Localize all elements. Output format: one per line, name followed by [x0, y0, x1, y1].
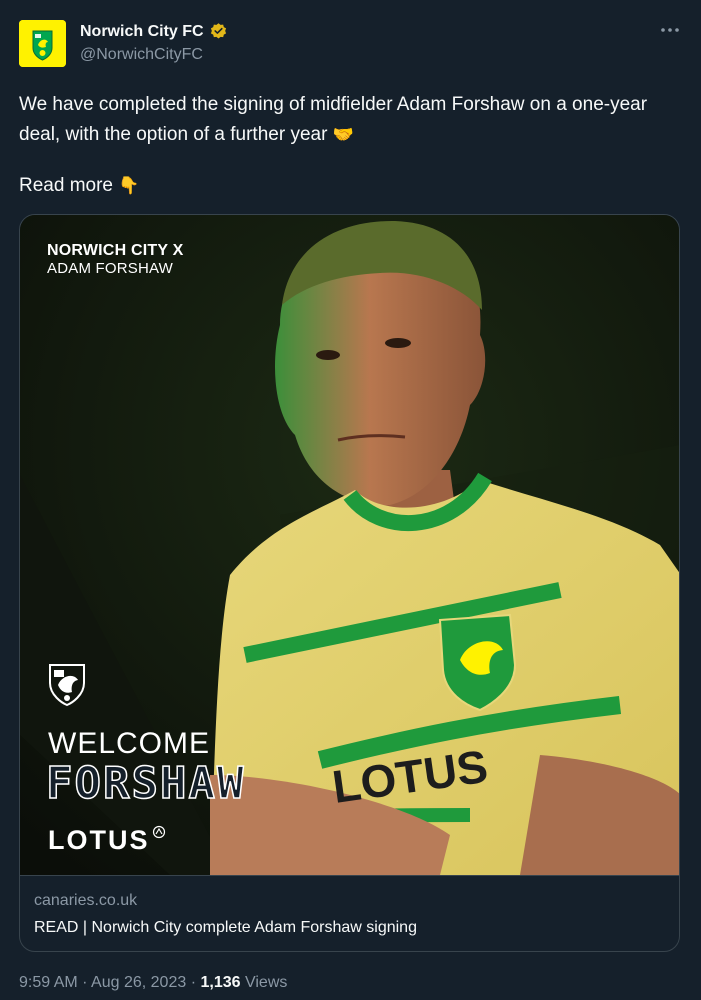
read-more-label: Read more [19, 175, 113, 196]
club-crest-icon [19, 20, 66, 67]
overlay-sponsor-logo: LOTUS [48, 825, 150, 855]
more-dots-icon [661, 28, 679, 32]
tweet-date[interactable]: Aug 26, 2023 [91, 974, 186, 991]
read-more-text: Read more 👇 [19, 171, 139, 201]
views-label: Views [244, 974, 288, 991]
link-card[interactable]: LOTUS NORWICH CITY X ADAM FORSHAW WELCOM… [19, 214, 680, 952]
overlay-title-line1: NORWICH CITY X [47, 242, 184, 259]
overlay-welcome: WELCOME [48, 727, 211, 760]
author-name[interactable]: Norwich City FC [80, 22, 228, 41]
author-name-text[interactable]: Norwich City FC [80, 23, 204, 41]
tweet-time[interactable]: 9:59 AM [19, 974, 78, 991]
tweet-meta: 9:59 AM · Aug 26, 2023 · 1,136 Views [19, 974, 287, 992]
author-handle[interactable]: @NorwichCityFC [80, 46, 203, 64]
card-domain[interactable]: canaries.co.uk [34, 892, 137, 910]
card-title[interactable]: READ | Norwich City complete Adam Forsha… [34, 919, 417, 937]
avatar[interactable] [19, 20, 66, 67]
meta-separator: · [82, 974, 88, 991]
verified-badge-icon [210, 23, 226, 39]
tweet-text: We have completed the signing of midfiel… [19, 90, 669, 150]
tweet: Norwich City FC @NorwichCityFC We have c… [0, 0, 701, 1000]
meta-separator-2: · [190, 974, 197, 991]
handshake-emoji-icon: 🤝 [332, 125, 354, 145]
card-footer[interactable]: canaries.co.uk READ | Norwich City compl… [20, 875, 679, 951]
card-image[interactable]: LOTUS NORWICH CITY X ADAM FORSHAW WELCOM… [20, 215, 679, 875]
pointing-down-emoji-icon: 👇 [118, 176, 140, 196]
views-count[interactable]: 1,136 [200, 974, 240, 991]
overlay-title-line2: ADAM FORSHAW [47, 260, 174, 277]
lotus-mark-icon [152, 825, 166, 839]
overlay-player-name: FORSHAW [45, 757, 246, 810]
more-options-icon[interactable] [657, 22, 683, 44]
